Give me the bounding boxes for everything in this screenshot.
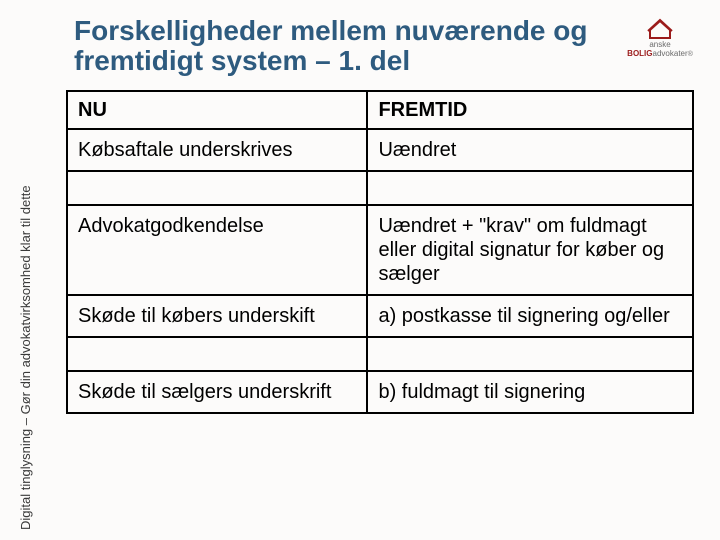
table-row: Skøde til købers underskift a) postkasse… [67, 295, 693, 337]
sidebar-vertical-caption: Digital tinglysning – Gør din advokatvir… [18, 60, 33, 530]
cell-empty [367, 171, 693, 205]
table-row: Købsaftale underskrives Uændret [67, 129, 693, 171]
logo-text-line2: BOLIGadvokater® [627, 50, 693, 58]
page-title: Forskelligheder mellem nuværende og frem… [74, 16, 674, 76]
house-icon [646, 18, 674, 40]
comparison-table: NU FREMTID Købsaftale underskrives Uændr… [66, 90, 694, 414]
table-row-spacer [67, 337, 693, 371]
table-row: Advokatgodkendelse Uændret + "krav" om f… [67, 205, 693, 295]
cell-empty [67, 337, 367, 371]
table-row-spacer [67, 171, 693, 205]
cell-empty [67, 171, 367, 205]
cell-nu: Skøde til sælgers underskrift [67, 371, 367, 413]
cell-nu: Advokatgodkendelse [67, 205, 367, 295]
table-row: Skøde til sælgers underskrift b) fuldmag… [67, 371, 693, 413]
cell-nu: Skøde til købers underskift [67, 295, 367, 337]
table-header-row: NU FREMTID [67, 91, 693, 129]
cell-fremtid: b) fuldmagt til signering [367, 371, 693, 413]
cell-nu: Købsaftale underskrives [67, 129, 367, 171]
header-nu: NU [67, 91, 367, 129]
cell-fremtid: a) postkasse til signering og/eller [367, 295, 693, 337]
cell-empty [367, 337, 693, 371]
header-fremtid: FREMTID [367, 91, 693, 129]
cell-fremtid: Uændret [367, 129, 693, 171]
brand-logo: anske BOLIGadvokater® [620, 10, 700, 65]
logo-text-line1: anske [649, 41, 670, 49]
cell-fremtid: Uændret + "krav" om fuldmagt eller digit… [367, 205, 693, 295]
